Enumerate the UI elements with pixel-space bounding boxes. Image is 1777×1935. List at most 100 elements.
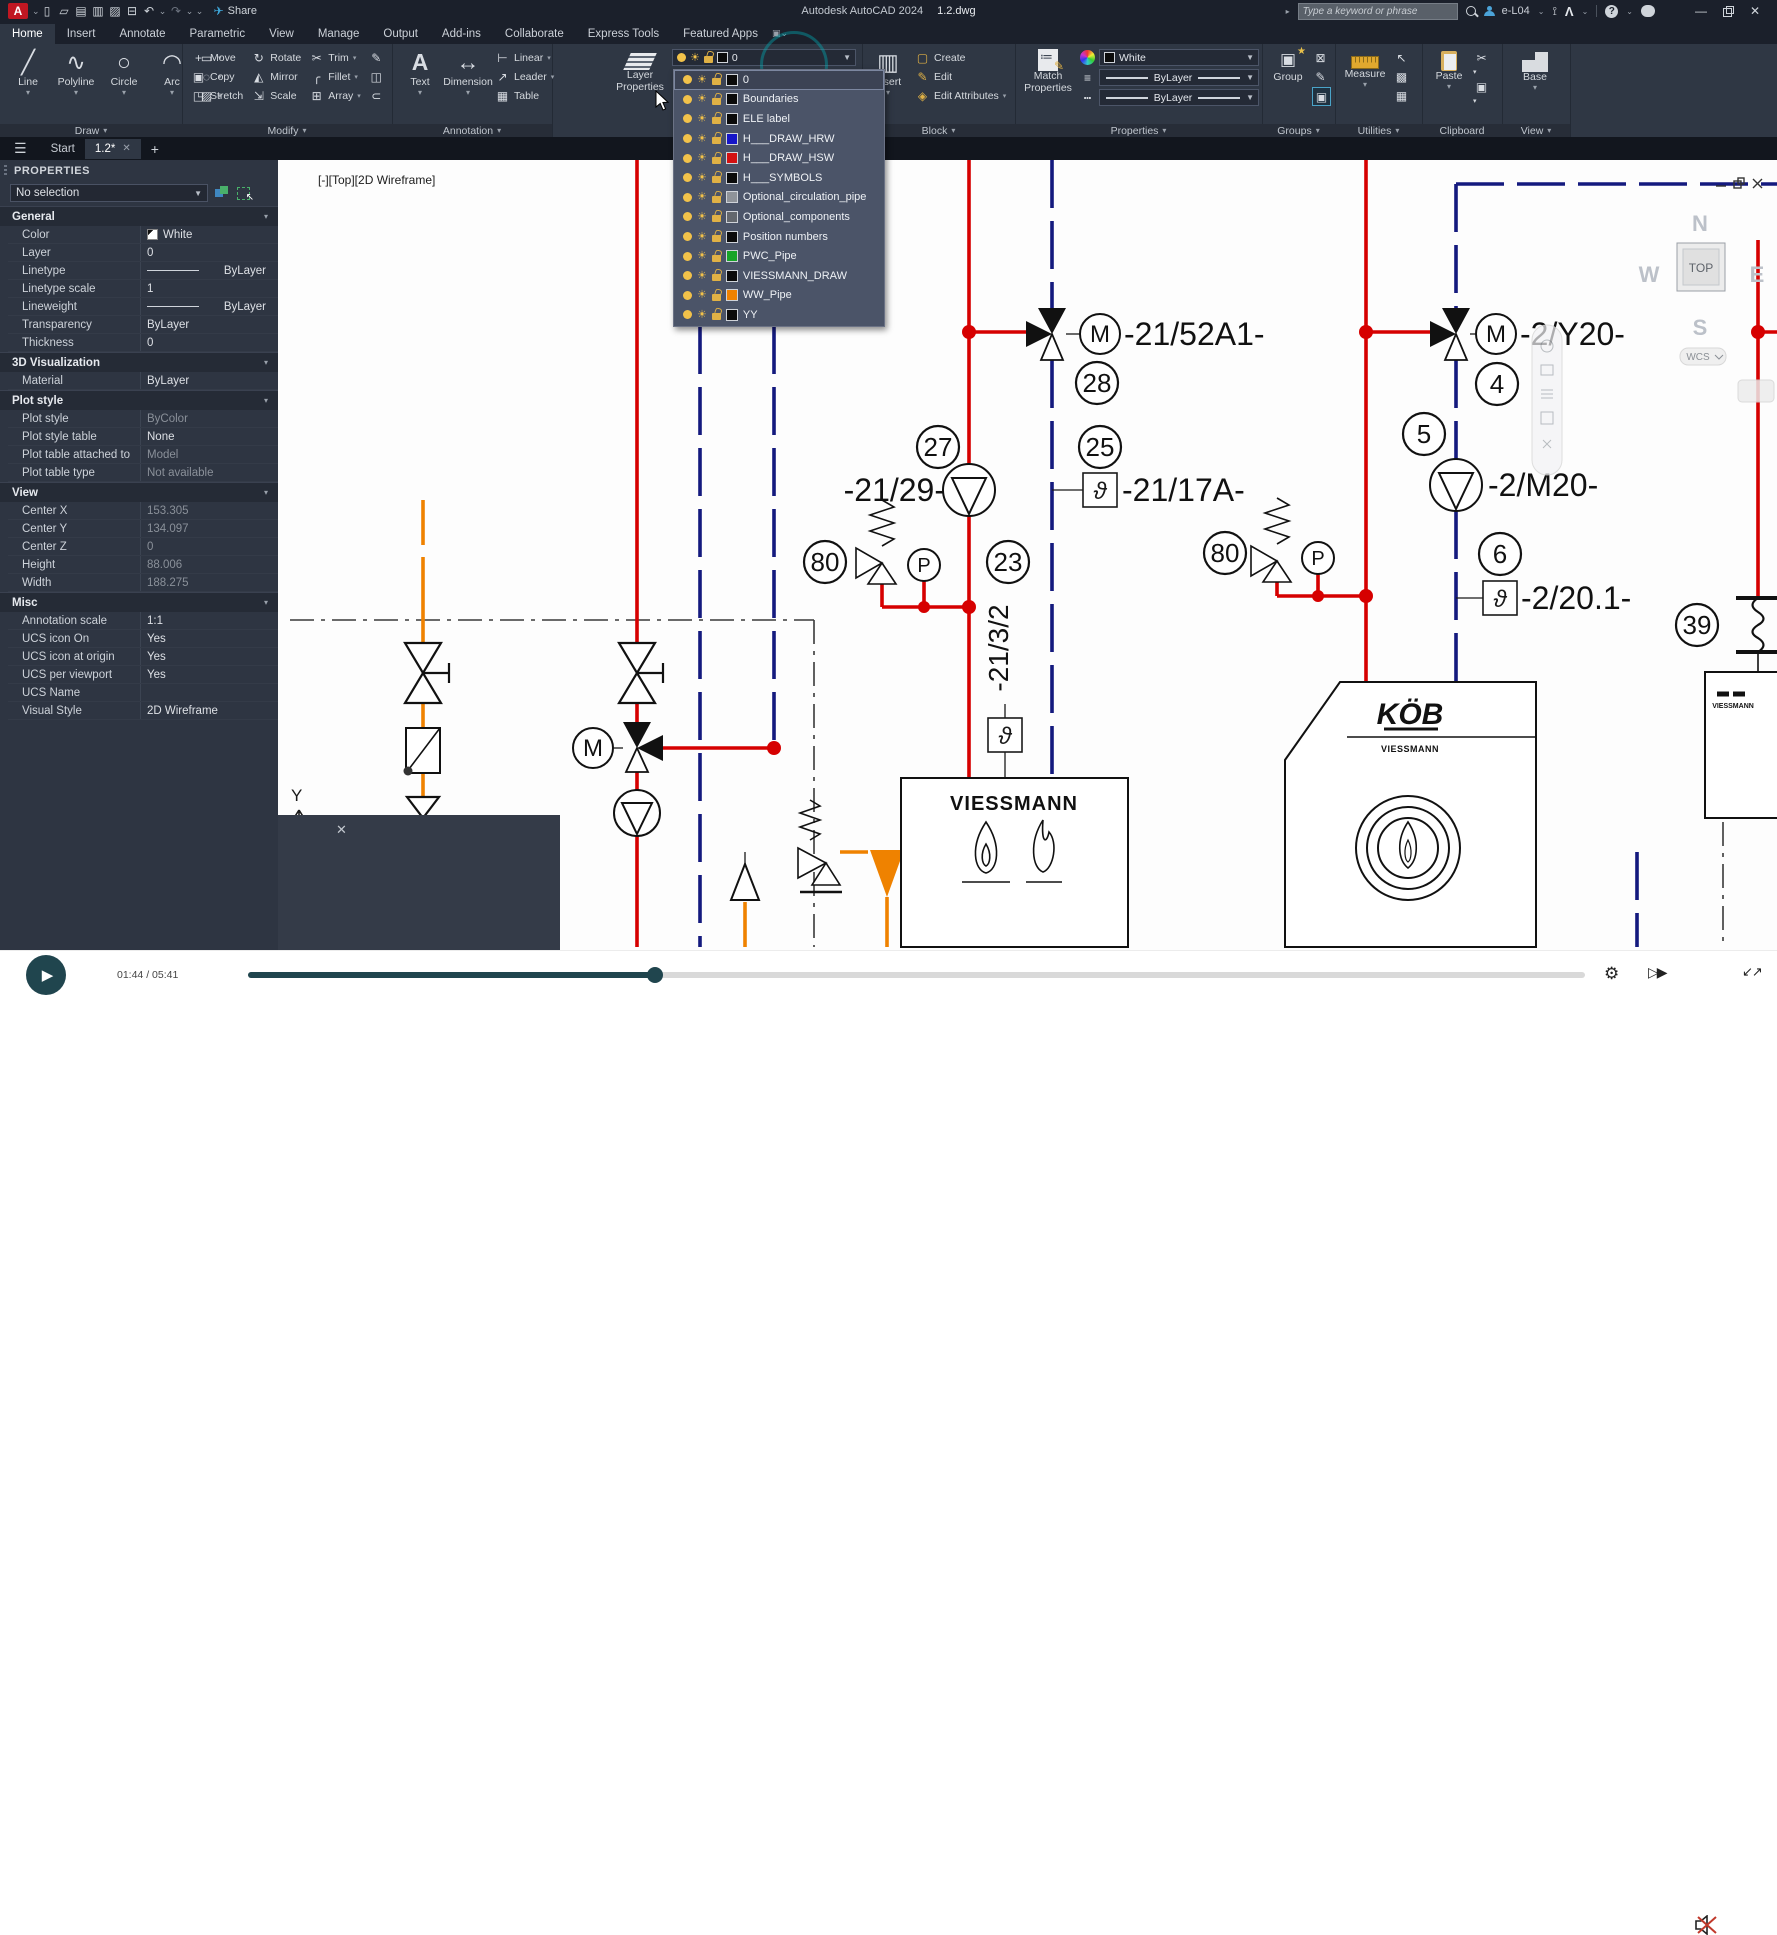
player-settings-gear-icon[interactable]: ⚙ xyxy=(1604,964,1619,984)
tab-parametric[interactable]: Parametric xyxy=(178,24,258,44)
panel-label-groups[interactable]: Groups▾ xyxy=(1262,124,1335,137)
property-row-ucs-icon-at-origin[interactable]: UCS icon at originYes xyxy=(8,648,278,666)
mute-icon[interactable] xyxy=(1694,1915,1720,1935)
clipboard-small-tool-1[interactable]: ▣ xyxy=(1473,78,1490,95)
layer-unlock-icon[interactable] xyxy=(712,137,721,144)
color-wheel-icon[interactable] xyxy=(1080,50,1095,65)
layer-thaw-icon[interactable]: ☀ xyxy=(697,251,707,261)
modify-icon-tool[interactable]: ⊂ xyxy=(369,87,384,104)
tool-array[interactable]: ⊞Array▾ xyxy=(309,87,361,104)
exit-fullscreen-icon[interactable]: ↙↗ xyxy=(1742,964,1762,980)
property-row-material[interactable]: MaterialByLayer xyxy=(8,372,278,390)
layer-color-swatch[interactable] xyxy=(726,231,738,243)
property-row-layer[interactable]: Layer0 xyxy=(8,244,278,262)
autocad-logo[interactable]: A xyxy=(8,3,28,19)
customize-quick-access-icon[interactable]: ⌄ xyxy=(196,6,204,17)
property-value[interactable]: ByColor xyxy=(140,410,278,427)
tab-express-tools[interactable]: Express Tools xyxy=(576,24,671,44)
property-value[interactable]: 88.006 xyxy=(140,556,278,573)
layer-color-swatch[interactable] xyxy=(726,172,738,184)
layer-thaw-icon[interactable]: ☀ xyxy=(697,271,707,281)
tab-add-ins[interactable]: Add-ins xyxy=(430,24,493,44)
panel-label-properties[interactable]: Properties▾ xyxy=(1015,124,1262,137)
play-button[interactable]: ▶ xyxy=(26,955,66,995)
tab-insert[interactable]: Insert xyxy=(55,24,108,44)
layer-unlock-icon[interactable] xyxy=(712,98,721,105)
panel-label-modify[interactable]: Modify▾ xyxy=(182,124,392,137)
layer-color-swatch[interactable] xyxy=(726,113,738,125)
tab-document[interactable]: 1.2* ✕ xyxy=(85,139,141,159)
tool-copy[interactable]: ▣Copy xyxy=(191,68,243,85)
property-value[interactable]: 0 xyxy=(140,244,278,261)
layer-color-swatch[interactable] xyxy=(726,309,738,321)
property-row-plot-table-attached-to[interactable]: Plot table attached toModel xyxy=(8,446,278,464)
open-file-icon[interactable]: ▱ xyxy=(57,4,72,18)
property-row-width[interactable]: Width188.275 xyxy=(8,574,278,592)
layer-item-optional-components[interactable]: ☀Optional_components xyxy=(674,207,884,227)
layer-item-ww-pipe[interactable]: ☀WW_Pipe xyxy=(674,286,884,306)
panel-label-view[interactable]: View▾ xyxy=(1502,124,1570,137)
minimize-button[interactable]: — xyxy=(1687,4,1715,18)
menu-hamburger-icon[interactable]: ☰ xyxy=(0,140,41,157)
property-value[interactable]: None xyxy=(140,428,278,445)
property-row-center-y[interactable]: Center Y134.097 xyxy=(8,520,278,538)
panel-label-draw[interactable]: Draw▾ xyxy=(0,124,182,137)
layer-unlock-icon[interactable] xyxy=(712,196,721,203)
layer-color-swatch[interactable] xyxy=(726,74,738,86)
help-dropdown-icon[interactable]: ⌄ xyxy=(1626,7,1633,16)
search-input[interactable] xyxy=(1298,3,1458,20)
property-row-linetype-scale[interactable]: Linetype scale1 xyxy=(8,280,278,298)
layer-unlock-icon[interactable] xyxy=(712,215,721,222)
tab-start[interactable]: Start xyxy=(41,139,85,159)
layer-on-icon[interactable] xyxy=(683,212,692,221)
property-value[interactable]: ByLayer xyxy=(140,262,278,279)
panel-label-clipboard[interactable]: Clipboard xyxy=(1422,124,1502,137)
layer-unlock-icon[interactable] xyxy=(712,117,721,124)
tool-scale[interactable]: ⇲Scale xyxy=(251,87,301,104)
tool-edit-attributes[interactable]: ◈Edit Attributes▾ xyxy=(915,87,1006,104)
user-avatar-icon[interactable] xyxy=(1484,6,1494,16)
redo-dropdown-icon[interactable]: ⌄ xyxy=(186,6,194,17)
group-small-tool-1[interactable]: ✎ xyxy=(1312,68,1329,85)
section-header-view[interactable]: View▾ xyxy=(0,482,278,502)
layer-unlock-icon[interactable] xyxy=(712,157,721,164)
property-value[interactable]: ByLayer xyxy=(140,372,278,389)
layer-thaw-icon[interactable]: ☀ xyxy=(697,94,707,104)
property-value[interactable]: 1:1 xyxy=(140,612,278,629)
layer-item-pwc-pipe[interactable]: ☀PWC_Pipe xyxy=(674,246,884,266)
property-value[interactable]: 0 xyxy=(140,334,278,351)
tool-leader[interactable]: ↗Leader▾ xyxy=(495,68,554,85)
command-window-close-icon[interactable]: ✕ xyxy=(336,822,347,838)
undo-dropdown-icon[interactable]: ⌄ xyxy=(159,6,167,17)
tool-rotate[interactable]: ↻Rotate xyxy=(251,49,301,66)
property-value[interactable]: Model xyxy=(140,446,278,463)
tool-text[interactable]: AText▾ xyxy=(397,47,443,96)
layer-on-icon[interactable] xyxy=(683,75,692,84)
linetype-icon[interactable]: ┅ xyxy=(1080,91,1095,105)
layer-on-icon[interactable] xyxy=(683,154,692,163)
property-row-thickness[interactable]: Thickness0 xyxy=(8,334,278,352)
layer-unlock-icon[interactable] xyxy=(712,255,721,262)
tab-annotate[interactable]: Annotate xyxy=(107,24,177,44)
layer-color-swatch[interactable] xyxy=(726,133,738,145)
app-store-cart-icon[interactable]: ⟟ xyxy=(1552,4,1556,19)
property-value[interactable]: 188.275 xyxy=(140,574,278,591)
property-value[interactable] xyxy=(140,684,278,701)
property-value[interactable]: Yes xyxy=(140,666,278,683)
layer-item-0[interactable]: ☀0 xyxy=(674,70,884,90)
property-row-plot-style-table[interactable]: Plot style tableNone xyxy=(8,428,278,446)
layer-unlock-icon[interactable] xyxy=(712,235,721,242)
layer-item-yy[interactable]: ☀YY xyxy=(674,305,884,325)
tool-polyline[interactable]: ∿Polyline▾ xyxy=(53,47,99,96)
property-row-transparency[interactable]: TransparencyByLayer xyxy=(8,316,278,334)
property-row-ucs-icon-on[interactable]: UCS icon OnYes xyxy=(8,630,278,648)
property-row-linetype[interactable]: LinetypeByLayer xyxy=(8,262,278,280)
property-row-ucs-per-viewport[interactable]: UCS per viewportYes xyxy=(8,666,278,684)
layer-thaw-icon[interactable]: ☀ xyxy=(697,114,707,124)
search-icon[interactable] xyxy=(1466,6,1476,16)
property-row-center-z[interactable]: Center Z0 xyxy=(8,538,278,556)
layer-color-swatch[interactable] xyxy=(726,270,738,282)
new-tab-icon[interactable]: + xyxy=(141,141,169,157)
tool-line[interactable]: ╱Line▾ xyxy=(5,47,51,96)
tab-view[interactable]: View xyxy=(257,24,306,44)
